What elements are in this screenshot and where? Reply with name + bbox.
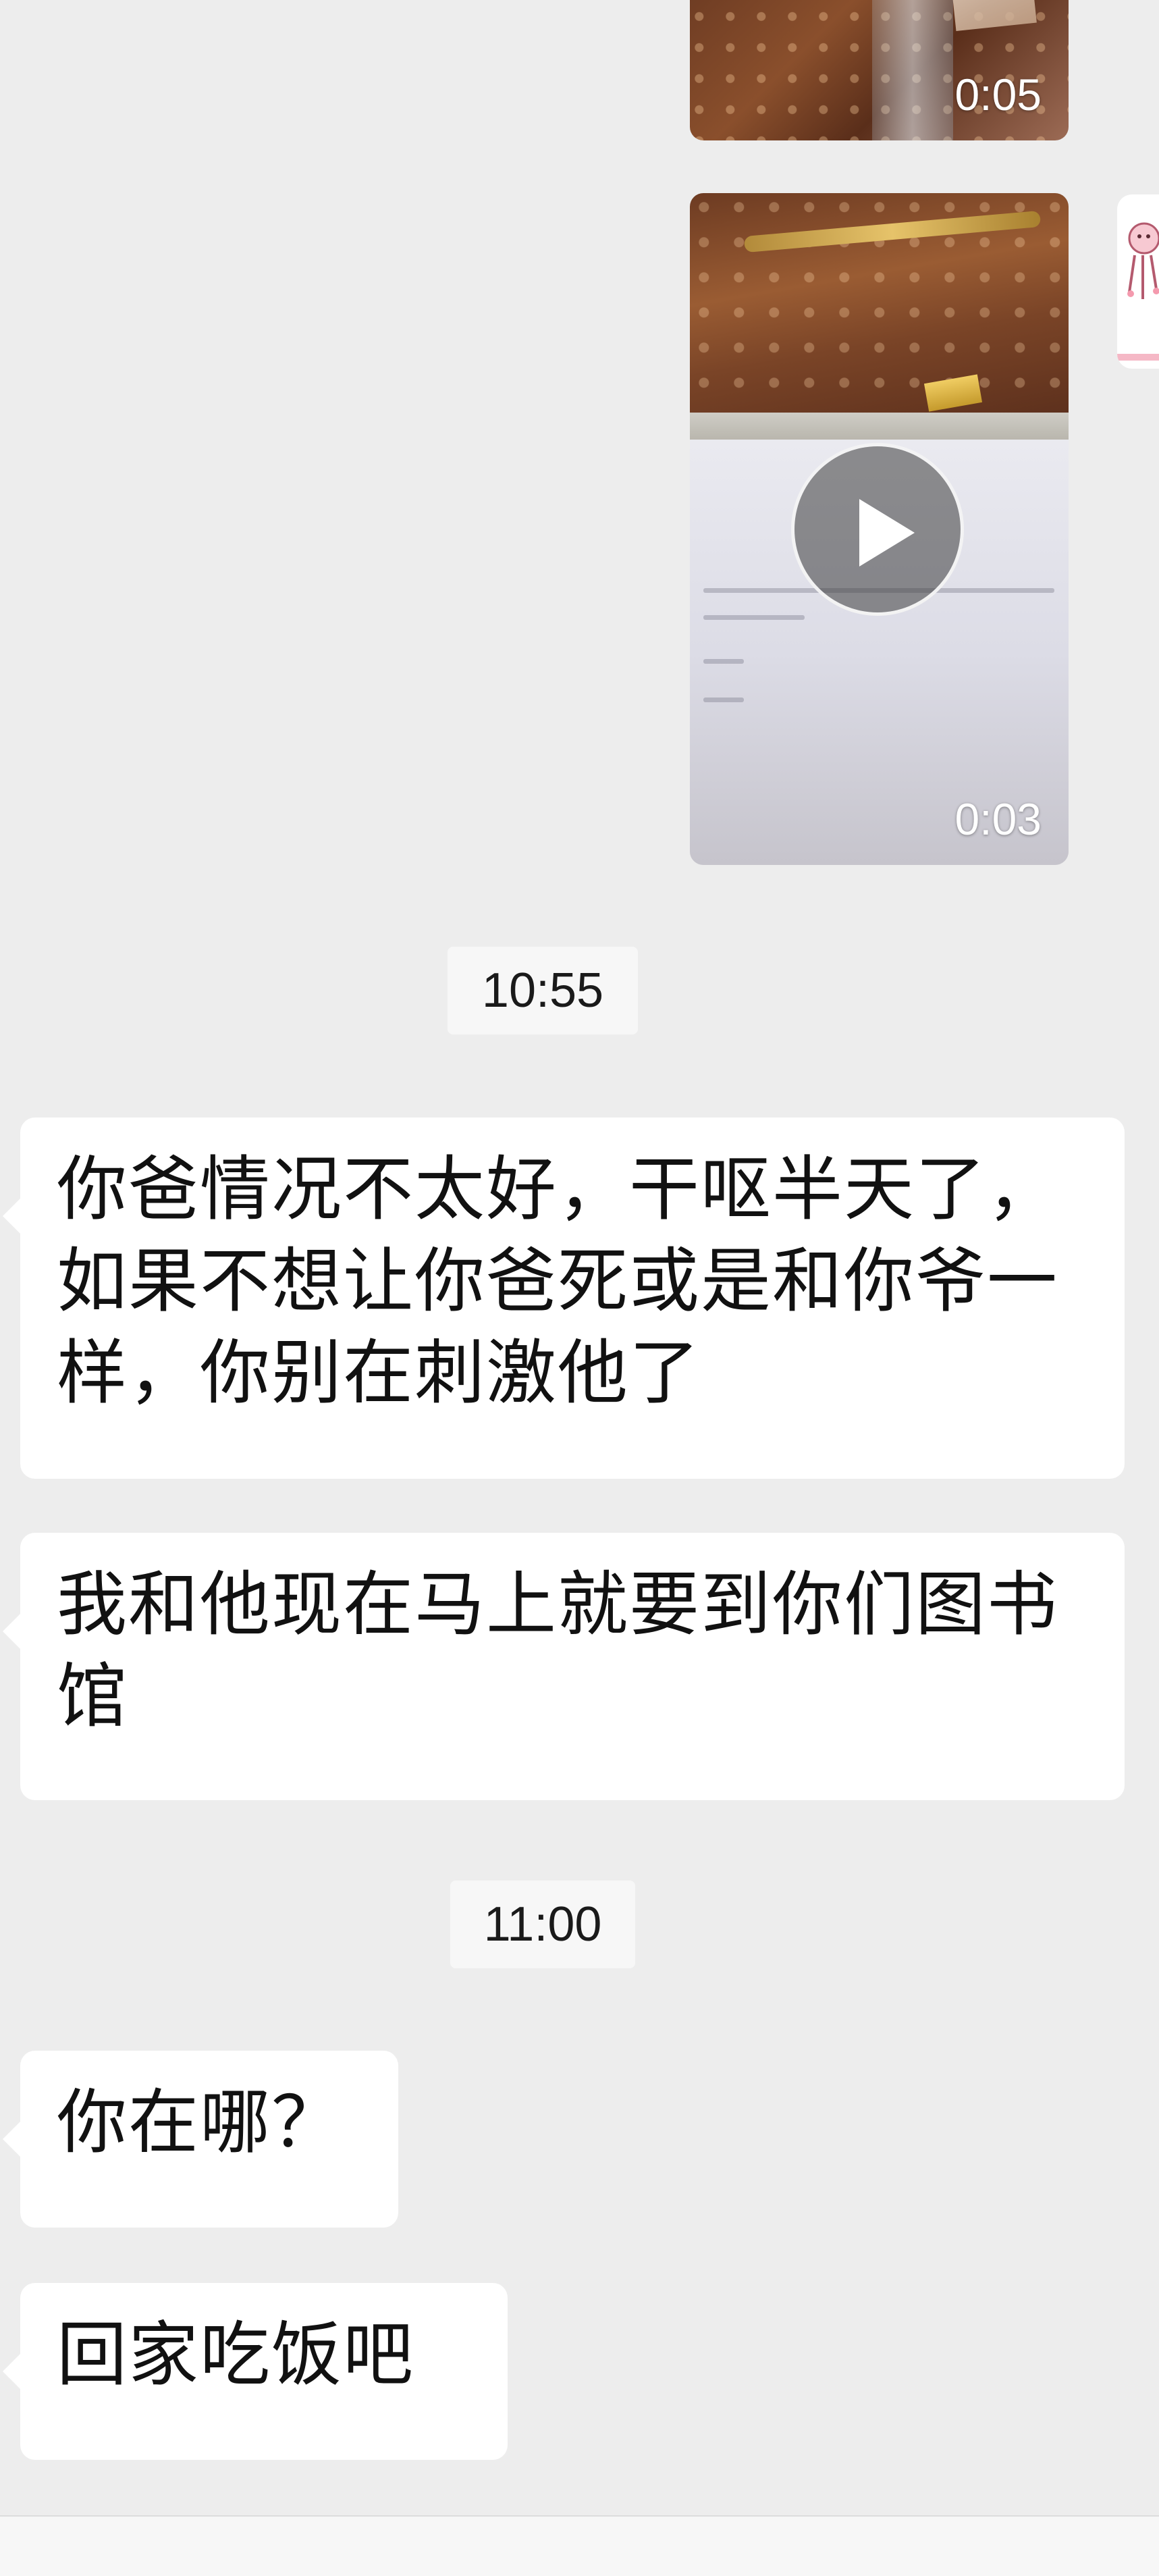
incoming-message-bubble[interactable]: 你爸情况不太好，干呕半天了，如果不想让你爸死或是和你爷一样，你别在刺激他了 [3,1118,1125,1479]
avatar-stripe [1117,354,1159,361]
incoming-message-bubble[interactable]: 我和他现在马上就要到你们图书馆 [3,1533,1125,1800]
video-thumbnail-bar [690,413,1069,440]
play-icon[interactable] [791,443,964,616]
incoming-message-bubble[interactable]: 你在哪？ [3,2051,398,2228]
message-timestamp: 10:55 [448,947,638,1034]
blurred-text-line [703,659,744,664]
video-duration: 0:03 [954,794,1042,844]
blurred-text-line [703,615,805,620]
chat-message-area[interactable]: 0:05 0:03 10:55 你爸情况不太好，干呕半天了，如果不想让你爸死或是… [0,0,1159,2515]
video-thumbnail-bottle [872,0,953,140]
message-timestamp: 11:00 [450,1881,635,1968]
incoming-message-bubble[interactable]: 回家吃饭吧 [3,2283,508,2460]
avatar-cartoon-icon [1127,222,1159,299]
video-duration: 0:05 [954,70,1042,120]
video-message[interactable]: 0:05 [690,0,1069,140]
chat-input-bar[interactable] [0,2515,1159,2576]
video-message[interactable]: 0:03 [690,193,1069,865]
video-thumbnail-paper [950,0,1037,32]
avatar[interactable] [1117,194,1159,369]
blurred-text-line [703,698,744,702]
